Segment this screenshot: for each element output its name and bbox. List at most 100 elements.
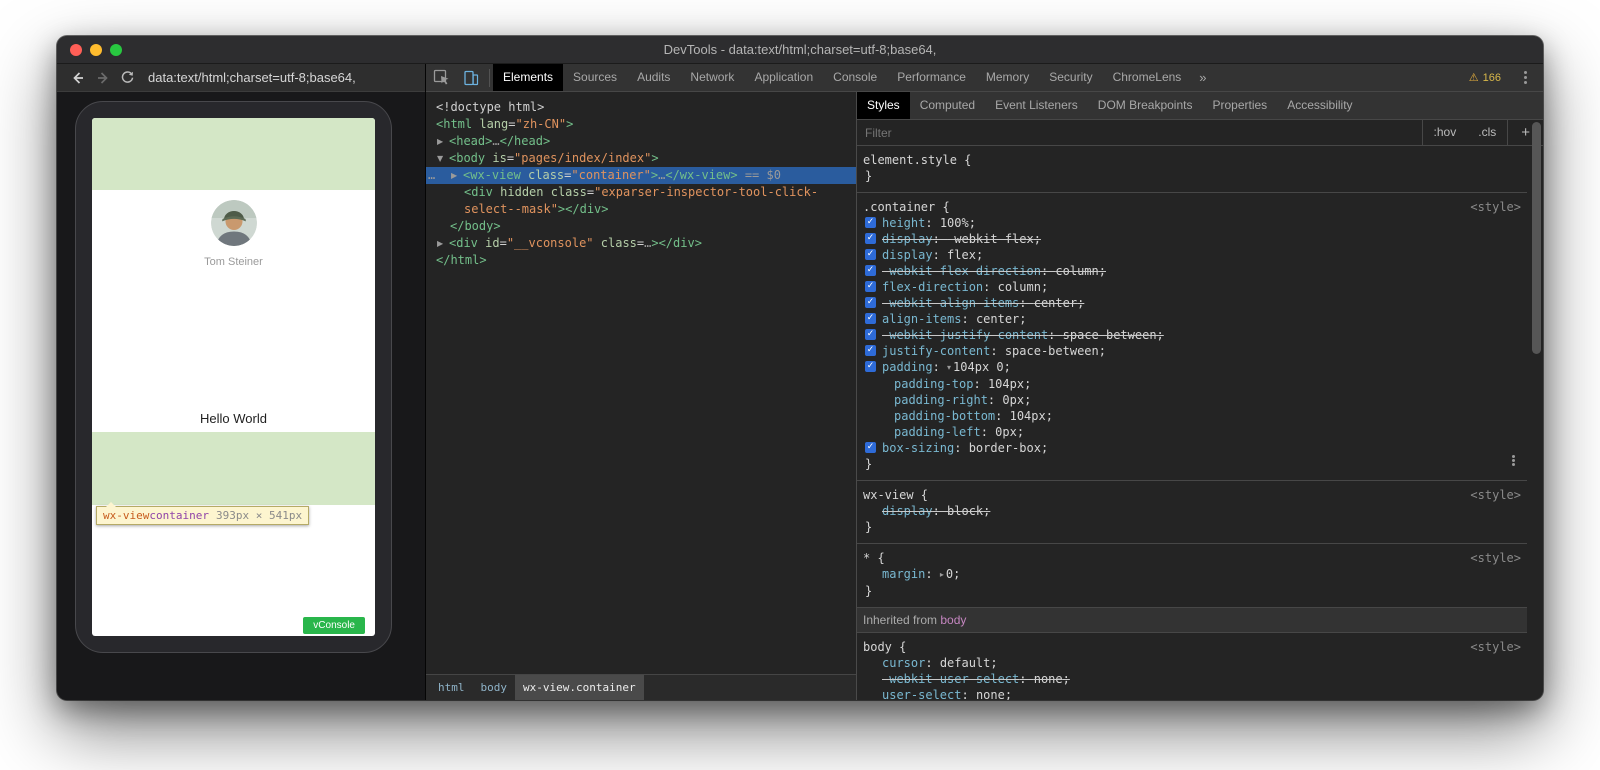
css-property[interactable]: ✓-webkit-align-items: center; — [863, 295, 1521, 311]
property-checkbox[interactable]: ✓ — [865, 313, 876, 324]
css-property[interactable]: -webkit-user-select: none; — [863, 671, 1521, 687]
devtools-tab-console[interactable]: Console — [823, 64, 887, 91]
dom-tree-line[interactable]: </body> — [426, 218, 856, 235]
property-checkbox[interactable]: ✓ — [865, 265, 876, 276]
disclosure-arrow-icon[interactable]: ▼ — [437, 150, 449, 167]
rule-selector[interactable]: body { — [863, 639, 906, 655]
devtools-tab-performance[interactable]: Performance — [887, 64, 976, 91]
forward-button[interactable] — [90, 64, 115, 91]
css-property[interactable]: display: block; — [863, 503, 1521, 519]
property-checkbox[interactable]: ✓ — [865, 442, 876, 453]
property-checkbox[interactable]: ✓ — [865, 249, 876, 260]
css-property[interactable]: ✓padding: ▾104px 0; — [863, 359, 1521, 376]
disclosure-arrow-icon[interactable]: ▶ — [437, 133, 449, 150]
rule-selector[interactable]: wx-view { — [863, 487, 928, 503]
dom-tree-line[interactable]: </html> — [426, 252, 856, 269]
rule-selector[interactable]: element.style { — [863, 152, 971, 168]
devtools-tab-audits[interactable]: Audits — [627, 64, 680, 91]
devtools-tab-security[interactable]: Security — [1039, 64, 1102, 91]
property-checkbox[interactable]: ✓ — [865, 329, 876, 340]
devtools-tab-network[interactable]: Network — [680, 64, 744, 91]
pseudo-state-toggle[interactable]: :hov — [1422, 120, 1468, 145]
property-checkbox[interactable]: ✓ — [865, 345, 876, 356]
css-property[interactable]: padding-top: 104px; — [863, 376, 1521, 392]
css-property[interactable]: ✓display: -webkit-flex; — [863, 231, 1521, 247]
css-property[interactable]: padding-left: 0px; — [863, 424, 1521, 440]
minimize-button[interactable] — [90, 44, 102, 56]
class-toggle[interactable]: .cls — [1467, 120, 1507, 145]
rule-more-icon[interactable] — [1507, 454, 1519, 466]
rule-selector[interactable]: .container { — [863, 199, 950, 215]
dom-tree-line[interactable]: ▼<body is="pages/index/index"> — [426, 150, 856, 167]
inherited-from-link[interactable]: body — [940, 613, 966, 627]
stylesheet-link[interactable]: <style> — [1470, 199, 1521, 215]
breadcrumb-item-wx-view-container[interactable]: wx-view.container — [515, 675, 644, 700]
css-property[interactable]: margin: ▸0; — [863, 566, 1521, 583]
code-token: ></div> — [558, 202, 609, 216]
sidebar-tab-event-listeners[interactable]: Event Listeners — [985, 92, 1088, 119]
dom-tree-line[interactable]: <!doctype html> — [426, 99, 856, 116]
breadcrumb-item-html[interactable]: html — [430, 675, 473, 700]
gutter-ellipsis[interactable]: … — [428, 167, 435, 184]
devtools-tab-chromelens[interactable]: ChromeLens — [1103, 64, 1192, 91]
sidebar-tab-properties[interactable]: Properties — [1202, 92, 1277, 119]
sidebar-tab-computed[interactable]: Computed — [910, 92, 985, 119]
address-bar[interactable]: data:text/html;charset=utf-8;base64, — [148, 70, 356, 85]
sidebar-tab-accessibility[interactable]: Accessibility — [1277, 92, 1362, 119]
property-checkbox[interactable]: ✓ — [865, 297, 876, 308]
warning-badge[interactable]: ⚠166 — [1469, 71, 1501, 84]
close-button[interactable] — [70, 44, 82, 56]
css-property[interactable]: padding-bottom: 104px; — [863, 408, 1521, 424]
css-property[interactable]: ✓display: flex; — [863, 247, 1521, 263]
dom-tree-line[interactable]: <div hidden class="exparser-inspector-to… — [426, 184, 856, 218]
dom-tree-line[interactable]: …▶<wx-view class="container">…</wx-view>… — [426, 167, 856, 184]
dom-tree-line[interactable]: <html lang="zh-CN"> — [426, 116, 856, 133]
styles-filter-input[interactable] — [857, 120, 1422, 145]
css-property[interactable]: ✓flex-direction: column; — [863, 279, 1521, 295]
devtools-tab-sources[interactable]: Sources — [563, 64, 627, 91]
property-name: justify-content — [882, 344, 990, 358]
scrollbar-thumb[interactable] — [1532, 122, 1541, 354]
dom-tree-line[interactable]: ▶<div id="__vconsole" class=…></div> — [426, 235, 856, 252]
vconsole-button[interactable]: vConsole — [303, 617, 365, 634]
disclosure-arrow-icon[interactable]: ▶ — [451, 167, 463, 184]
property-checkbox[interactable]: ✓ — [865, 217, 876, 228]
css-property[interactable]: padding-right: 0px; — [863, 392, 1521, 408]
inspect-element-button[interactable] — [426, 64, 456, 91]
css-property[interactable]: ✓height: 100%; — [863, 215, 1521, 231]
shorthand-arrow-icon[interactable]: ▾ — [947, 363, 951, 372]
property-checkbox[interactable]: ✓ — [865, 361, 876, 372]
dom-tree-line[interactable]: ▶<head>…</head> — [426, 133, 856, 150]
devtools-tab-application[interactable]: Application — [744, 64, 823, 91]
more-tabs-button[interactable]: » — [1191, 64, 1214, 91]
device-toolbar-button[interactable] — [456, 64, 486, 91]
css-property[interactable]: cursor: default; — [863, 655, 1521, 671]
reload-button[interactable] — [115, 64, 140, 91]
property-checkbox[interactable]: ✓ — [865, 233, 876, 244]
css-property[interactable]: ✓-webkit-flex-direction: column; — [863, 263, 1521, 279]
devtools-tab-memory[interactable]: Memory — [976, 64, 1039, 91]
css-property[interactable]: ✓justify-content: space-between; — [863, 343, 1521, 359]
sidebar-tab-dom-breakpoints[interactable]: DOM Breakpoints — [1088, 92, 1203, 119]
inherited-from-text: Inherited from — [863, 613, 940, 627]
devtools-menu-button[interactable] — [1513, 64, 1537, 91]
property-checkbox[interactable]: ✓ — [865, 281, 876, 292]
back-button[interactable] — [65, 64, 90, 91]
css-property[interactable]: ✓box-sizing: border-box; — [863, 440, 1521, 456]
css-property[interactable]: ✓-webkit-justify-content: space-between; — [863, 327, 1521, 343]
shorthand-arrow-icon[interactable]: ▸ — [940, 570, 944, 579]
css-property[interactable]: user-select: none; — [863, 687, 1521, 700]
breadcrumb-item-body[interactable]: body — [473, 675, 516, 700]
sidebar-tab-styles[interactable]: Styles — [857, 92, 910, 119]
stylesheet-link[interactable]: <style> — [1470, 550, 1521, 566]
styles-scrollbar[interactable] — [1531, 120, 1542, 699]
rule-selector[interactable]: * { — [863, 550, 885, 566]
devtools-tab-elements[interactable]: Elements — [493, 64, 563, 91]
stylesheet-link[interactable]: <style> — [1470, 639, 1521, 655]
property-value: 104px — [1010, 409, 1046, 423]
css-rule: element.style {} — [857, 146, 1527, 193]
zoom-button[interactable] — [110, 44, 122, 56]
disclosure-arrow-icon[interactable]: ▶ — [437, 235, 449, 252]
stylesheet-link[interactable]: <style> — [1470, 487, 1521, 503]
css-property[interactable]: ✓align-items: center; — [863, 311, 1521, 327]
